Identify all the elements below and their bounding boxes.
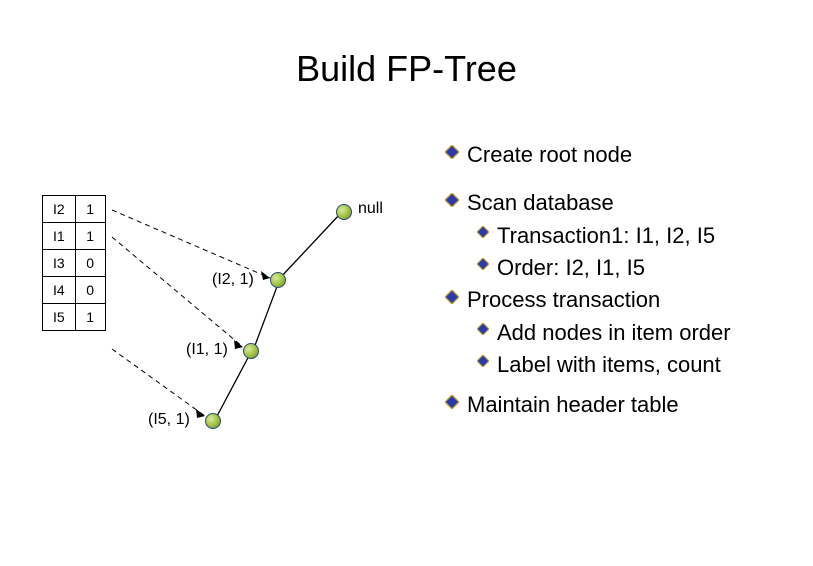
tree-node-root bbox=[336, 204, 352, 220]
tree-node-i1 bbox=[243, 343, 259, 359]
tree-node-label-i1: (I1, 1) bbox=[186, 341, 228, 359]
tree-node-label-i5: (I5, 1) bbox=[148, 411, 190, 429]
tree-root-label: null bbox=[358, 200, 383, 218]
tree-node-label-i2: (I2, 1) bbox=[212, 271, 254, 289]
tree-node-i2 bbox=[270, 272, 286, 288]
tree-node-i5 bbox=[205, 413, 221, 429]
diagram-edges bbox=[0, 0, 813, 566]
